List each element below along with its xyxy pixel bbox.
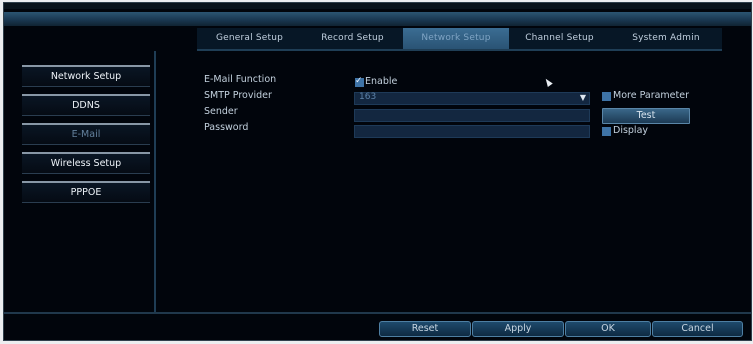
password-input[interactable] <box>354 125 590 138</box>
tab-channel-setup[interactable]: Channel Setup <box>509 28 610 49</box>
enable-label: Enable <box>365 76 398 87</box>
smtp-provider-label: SMTP Provider <box>204 90 272 101</box>
tab-system-admin[interactable]: System Admin <box>610 28 722 49</box>
sidebar-item-network-setup[interactable]: Network Setup <box>22 65 150 87</box>
mouse-pointer-icon <box>543 77 553 87</box>
window-top-bar <box>4 3 751 9</box>
apply-button[interactable]: Apply <box>472 321 564 337</box>
settings-tabs: General Setup Record Setup Network Setup… <box>197 28 722 51</box>
ok-button[interactable]: OK <box>565 321 651 337</box>
sidebar-item-pppoe[interactable]: PPPOE <box>22 181 150 203</box>
sender-label: Sender <box>204 106 238 117</box>
reset-button[interactable]: Reset <box>379 321 471 337</box>
tab-record-setup[interactable]: Record Setup <box>302 28 403 49</box>
smtp-provider-select[interactable]: 163 ▼ <box>354 92 590 105</box>
cancel-button[interactable]: Cancel <box>652 321 743 337</box>
sender-input[interactable] <box>354 109 590 122</box>
check-icon: ✓ <box>355 76 363 86</box>
tab-general-setup[interactable]: General Setup <box>197 28 302 49</box>
sidebar-divider <box>154 51 156 313</box>
display-checkbox[interactable] <box>602 127 611 136</box>
password-label: Password <box>204 122 249 133</box>
more-parameter-label: More Parameter <box>613 90 689 101</box>
email-function-label: E-Mail Function <box>204 74 277 85</box>
chevron-down-icon[interactable]: ▼ <box>580 93 586 102</box>
footer-divider <box>4 312 751 314</box>
sidebar-item-email[interactable]: E-Mail <box>22 123 150 145</box>
display-label: Display <box>613 125 649 136</box>
enable-checkbox[interactable]: ✓ <box>355 76 364 87</box>
sidebar-item-ddns[interactable]: DDNS <box>22 94 150 116</box>
tab-network-setup[interactable]: Network Setup <box>403 28 509 49</box>
title-stripe <box>4 12 751 26</box>
sidebar-item-wireless-setup[interactable]: Wireless Setup <box>22 152 150 174</box>
more-parameter-checkbox[interactable] <box>602 92 611 101</box>
test-button[interactable]: Test <box>602 108 690 124</box>
smtp-provider-value: 163 <box>359 92 377 102</box>
settings-window: General Setup Record Setup Network Setup… <box>3 2 752 341</box>
